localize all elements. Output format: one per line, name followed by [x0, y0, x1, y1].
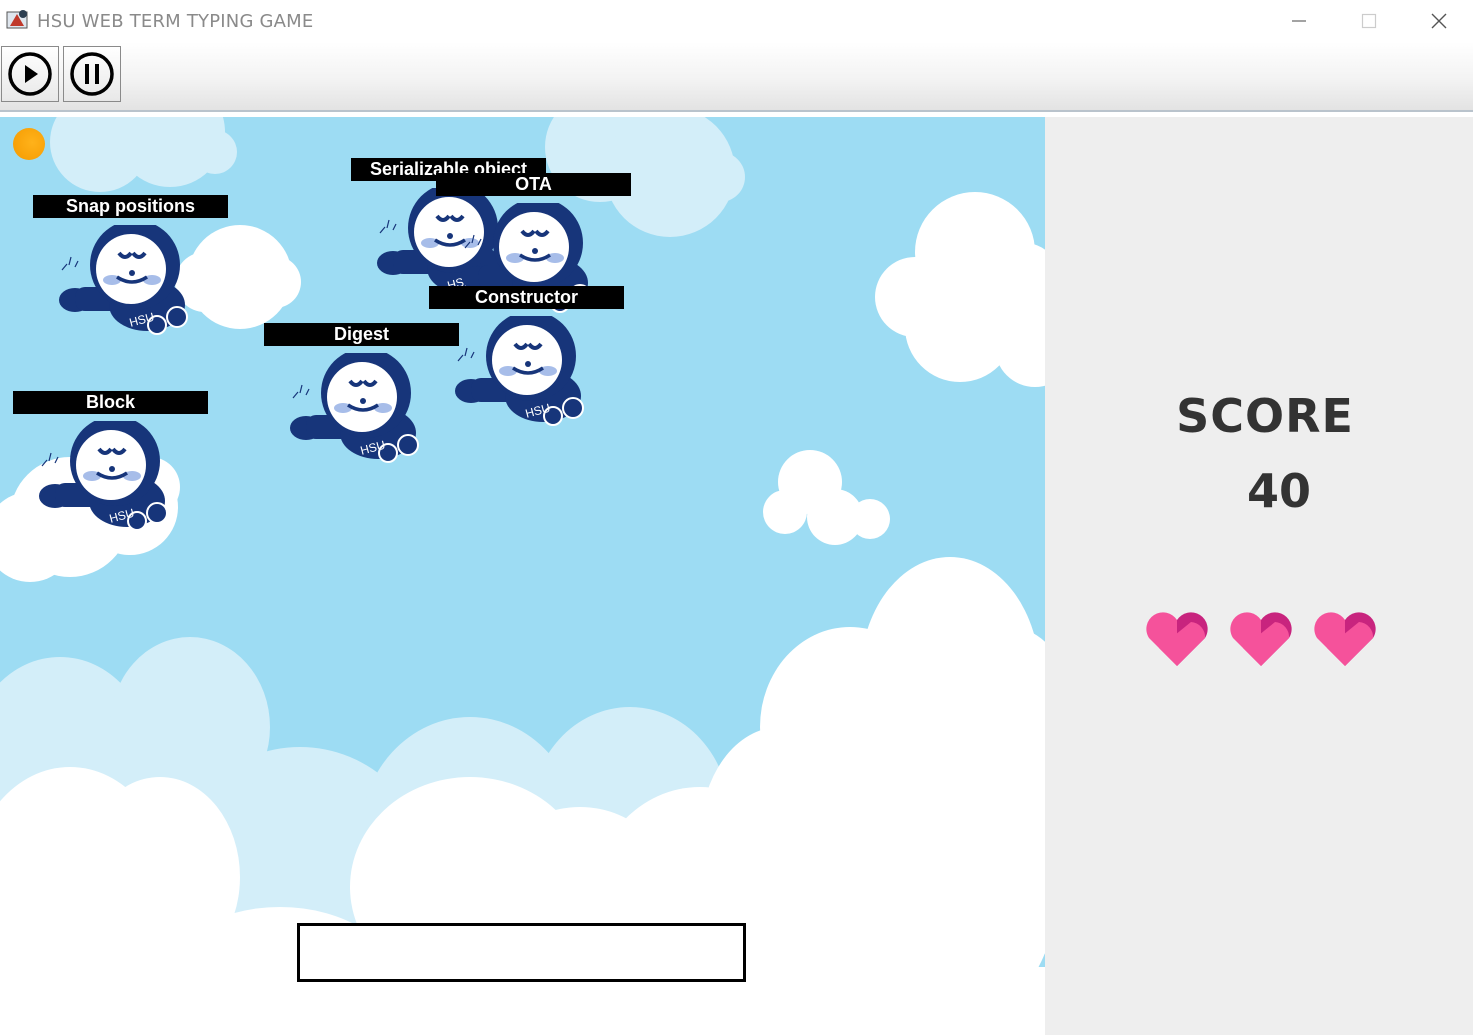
mascot-icon	[288, 353, 420, 464]
minimize-button[interactable]	[1264, 0, 1334, 42]
lives-hearts	[1145, 612, 1377, 668]
pause-icon	[70, 52, 114, 96]
heart-icon	[1314, 612, 1376, 666]
score-value: 40	[1246, 464, 1311, 518]
close-button[interactable]	[1404, 0, 1473, 42]
title-bar: HSU WEB TERM TYPING GAME	[0, 0, 1473, 42]
score-label: SCORE	[1176, 389, 1354, 443]
word-label: Constructor	[429, 286, 624, 309]
word-label: OTA	[436, 173, 631, 196]
score-panel: SCORE 40	[1045, 117, 1473, 1035]
java-app-icon	[6, 10, 28, 29]
word-label: Snap positions	[33, 195, 228, 218]
pause-button[interactable]	[63, 46, 121, 102]
close-icon	[1431, 13, 1447, 29]
heart-icon	[1230, 612, 1292, 666]
toolbar	[0, 42, 1473, 112]
play-button[interactable]	[1, 46, 59, 102]
typing-input[interactable]	[300, 926, 743, 979]
maximize-button[interactable]	[1334, 0, 1404, 42]
play-icon	[8, 52, 52, 96]
word-label: Block	[13, 391, 208, 414]
minimize-icon	[1292, 20, 1306, 22]
heart-icon	[1146, 612, 1208, 666]
window-title: HSU WEB TERM TYPING GAME	[37, 11, 314, 32]
word-label: Digest	[264, 323, 459, 346]
mascot-icon	[57, 225, 189, 336]
mascot-icon	[37, 421, 169, 532]
game-area: Snap positions Serializable object OTA C…	[0, 117, 1045, 1035]
orange-dot-icon	[13, 128, 45, 160]
maximize-icon	[1361, 13, 1377, 29]
mascot-icon	[453, 316, 585, 427]
typing-input-box[interactable]	[297, 923, 746, 982]
